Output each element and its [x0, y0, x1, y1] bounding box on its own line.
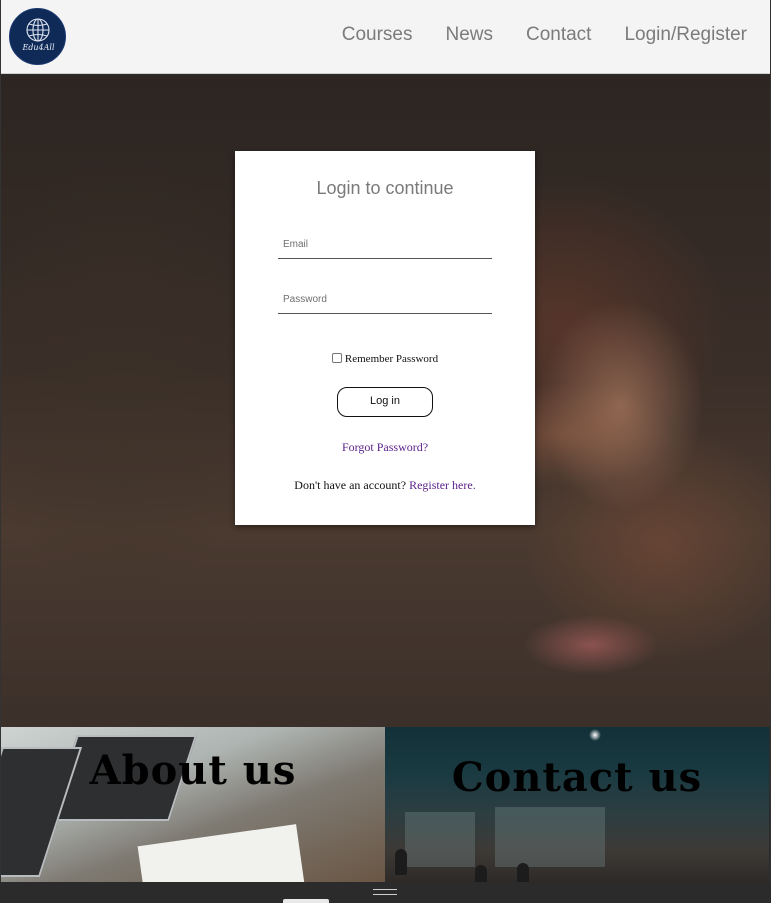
- drag-handle-icon[interactable]: [373, 889, 397, 895]
- contact-us-tile[interactable]: Contact us: [385, 727, 769, 882]
- site-header: Edu4All Courses News Contact Login/Regis…: [1, 0, 770, 74]
- nav-courses[interactable]: Courses: [342, 24, 413, 46]
- office-window: [495, 807, 605, 867]
- bottom-drawer-bar: [0, 882, 771, 903]
- remember-password-checkbox[interactable]: [331, 353, 342, 363]
- about-us-heading: About us: [89, 747, 297, 794]
- hero-background: Login to continue Remember Password Log …: [1, 75, 770, 727]
- remember-password-label: Remember Password: [344, 353, 439, 365]
- email-field[interactable]: [278, 231, 492, 259]
- globe-icon: [26, 18, 50, 42]
- login-title: Login to continue: [316, 178, 454, 198]
- login-button[interactable]: Log in: [337, 387, 433, 417]
- person-figure: [475, 865, 487, 882]
- office-window: [405, 812, 475, 867]
- nav-news[interactable]: News: [445, 24, 493, 46]
- person-figure: [517, 863, 529, 882]
- register-link[interactable]: Register here.: [409, 478, 476, 492]
- paper-image: [137, 824, 305, 882]
- contact-us-heading: Contact us: [451, 754, 703, 801]
- nav-login-register[interactable]: Login/Register: [624, 24, 747, 46]
- site-logo[interactable]: Edu4All: [9, 8, 66, 65]
- person-figure: [395, 849, 407, 875]
- register-prompt: Don't have an account? Register here.: [235, 478, 535, 493]
- drawer-tab[interactable]: [283, 899, 329, 903]
- forgot-password-link[interactable]: Forgot Password?: [235, 440, 535, 455]
- about-us-tile[interactable]: About us: [1, 727, 385, 882]
- logo-text: Edu4All: [22, 43, 55, 52]
- nav-contact[interactable]: Contact: [526, 24, 591, 46]
- remember-password-row: Remember Password: [235, 353, 535, 365]
- login-card: Login to continue Remember Password Log …: [235, 151, 535, 525]
- password-field[interactable]: [278, 286, 492, 314]
- register-prompt-text: Don't have an account?: [294, 478, 407, 492]
- main-nav: Courses News Contact Login/Register: [309, 24, 747, 46]
